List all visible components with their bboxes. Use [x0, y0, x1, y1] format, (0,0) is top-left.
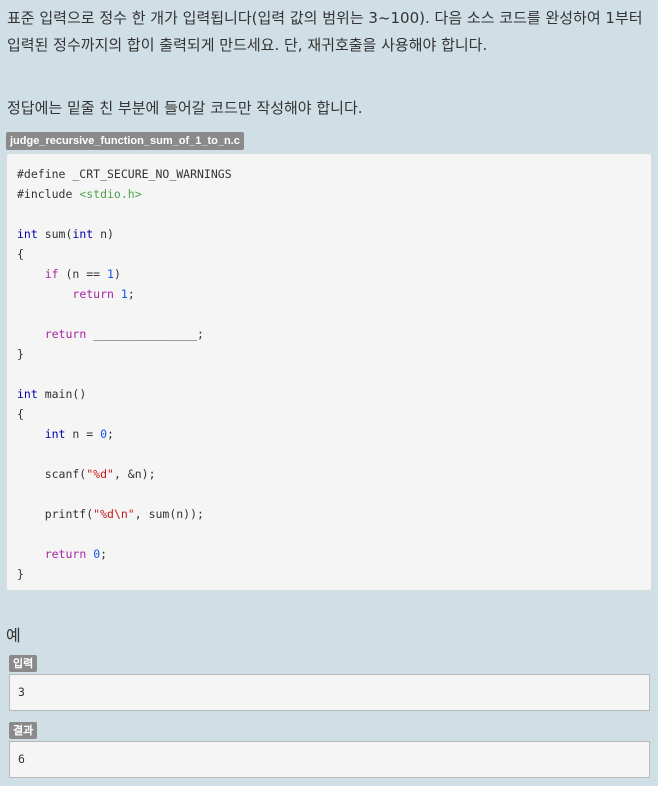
code-line: return 1; [72, 287, 135, 301]
input-sample-value: 3 [18, 685, 25, 699]
code-line: { [17, 247, 24, 261]
code-line: int main() [17, 387, 87, 401]
code-line: #define _CRT_SECURE_NO_WARNINGS [17, 167, 232, 181]
input-label-badge: 입력 [9, 655, 38, 672]
code-line: } [17, 347, 24, 361]
code-block: #define _CRT_SECURE_NO_WARNINGS #include … [6, 153, 652, 591]
code-line: } [17, 567, 24, 581]
code-line: return _______________; [44, 327, 204, 341]
output-label-badge: 결과 [9, 722, 38, 739]
problem-instruction: 정답에는 밑줄 친 부분에 들어갈 코드만 작성해야 합니다. [7, 99, 363, 117]
output-sample-box: 6 [9, 741, 650, 778]
problem-description: 표준 입력으로 정수 한 개가 입력됩니다(입력 값의 범위는 3~100). … [7, 9, 643, 54]
code-line: scanf("%d", &n); [17, 467, 156, 481]
code-line: { [17, 407, 24, 421]
code-line: if (n == 1) [44, 267, 121, 281]
input-sample-box: 3 [9, 674, 650, 711]
code-line: int n = 0; [44, 427, 114, 441]
code-line: return 0; [44, 547, 108, 561]
example-heading: 예 [6, 626, 21, 645]
code-filename-badge: judge_recursive_function_sum_of_1_to_n.c [6, 132, 244, 150]
code-line: int sum(int n) [17, 227, 114, 241]
code-lines: #define _CRT_SECURE_NO_WARNINGS #include … [17, 164, 232, 584]
output-sample-value: 6 [18, 752, 25, 766]
code-line: printf("%d\n", sum(n)); [17, 507, 204, 521]
code-line: #include <stdio.h> [17, 187, 142, 201]
